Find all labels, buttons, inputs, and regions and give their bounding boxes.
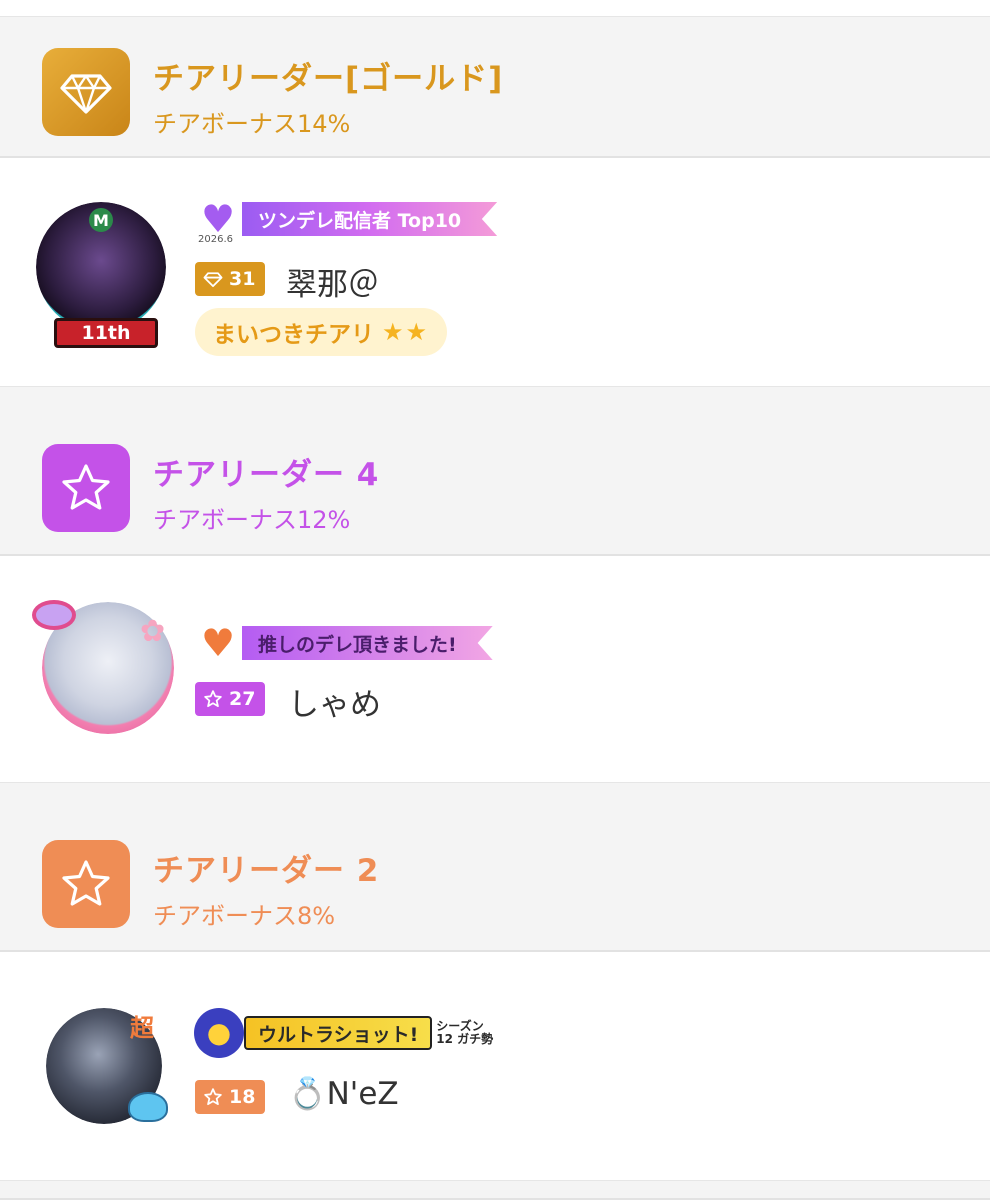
banner-label: ツンデレ配信者 Top10 xyxy=(242,202,498,236)
cheer-user-row[interactable]: ✿ ♥ 推しのデレ頂きました! 27 しゃめ xyxy=(0,556,990,782)
tier-bonus: チアボーナス8% xyxy=(153,902,336,930)
user-name[interactable]: しゃめ xyxy=(288,679,381,724)
next-tier-header xyxy=(0,1180,990,1200)
title-banner: ♥ ツンデレ配信者 Top10 xyxy=(194,196,498,242)
star-icon xyxy=(204,690,222,708)
slime-icon xyxy=(128,1092,168,1122)
star-icon xyxy=(204,1088,222,1106)
avatar[interactable]: M xyxy=(36,202,166,332)
title-banner: ♥ 推しのデレ頂きました! xyxy=(194,620,493,666)
user-name[interactable]: 💍N'eZ xyxy=(288,1075,399,1112)
diamond-icon xyxy=(203,272,223,288)
banner-label: 推しのデレ頂きました! xyxy=(242,626,493,660)
heart-glasses-icon xyxy=(32,600,76,630)
heart-icon: ♥ xyxy=(200,621,236,665)
user-name-text: N'eZ xyxy=(326,1076,399,1112)
level-badge: 31 xyxy=(195,262,266,296)
monster-icon: ● xyxy=(194,1008,244,1058)
pill-label: まいつきチアリ xyxy=(213,322,374,348)
banner-label: ウルトラショット! xyxy=(244,1016,433,1050)
banner-sub: シーズン12 ガチ勢 xyxy=(436,1018,494,1046)
top-spacer xyxy=(0,0,990,16)
star-icon: ★★ xyxy=(382,318,430,346)
level-number: 31 xyxy=(229,268,256,290)
level-number: 27 xyxy=(229,688,256,710)
tier-header-gold: チアリーダー[ゴールド] チアボーナス14% xyxy=(0,16,990,158)
tier-title: チアリーダー[ゴールド] xyxy=(153,61,504,97)
frame-letter: M xyxy=(89,208,113,232)
frame-rank-ribbon: 11th xyxy=(54,318,158,348)
level-badge: 18 xyxy=(195,1080,266,1114)
diamond-icon xyxy=(42,48,130,136)
tier-header-4: チアリーダー 4 チアボーナス12% xyxy=(0,386,990,556)
user-name[interactable]: 翠那＠ xyxy=(286,259,379,304)
tier-header-2: チアリーダー 2 チアボーナス8% xyxy=(0,782,990,952)
flower-icon: ✿ xyxy=(140,614,166,649)
cheer-user-row[interactable]: M 11th ♥ ツンデレ配信者 Top10 2026.6 31 翠那＠ まいつ… xyxy=(0,158,990,384)
banner-date: 2026.6 xyxy=(198,234,233,245)
tier-bonus: チアボーナス14% xyxy=(153,110,351,138)
level-badge: 27 xyxy=(195,682,266,716)
title-banner: ● ウルトラショット! シーズン12 ガチ勢 xyxy=(194,1008,496,1058)
star-icon xyxy=(42,444,130,532)
cheer-user-row[interactable]: 超 ● ウルトラショット! シーズン12 ガチ勢 18 💍N'eZ xyxy=(0,952,990,1180)
star-icon xyxy=(42,840,130,928)
tier-title: チアリーダー 2 xyxy=(153,853,380,889)
frame-badge: 超 xyxy=(130,1014,154,1042)
level-number: 18 xyxy=(229,1086,256,1108)
ring-icon: 💍 xyxy=(288,1076,327,1112)
tier-bonus: チアボーナス12% xyxy=(153,506,351,534)
tier-title: チアリーダー 4 xyxy=(153,457,380,493)
monthly-cheer-pill: まいつきチアリ ★★ xyxy=(195,308,448,356)
